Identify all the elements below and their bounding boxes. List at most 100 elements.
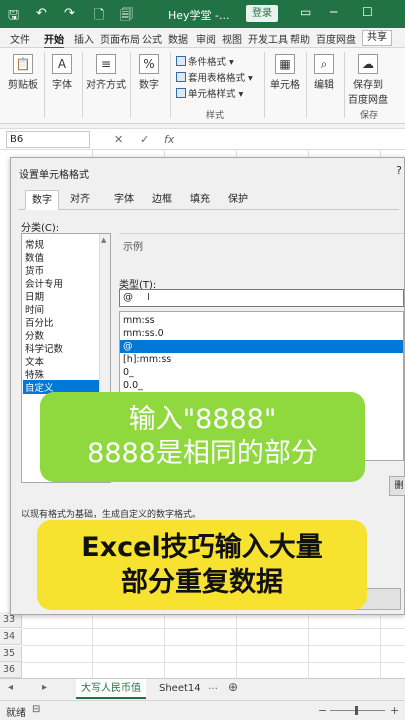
scroll-up-icon[interactable]: ▲ bbox=[101, 236, 106, 244]
clipboard-icon: 📋 bbox=[13, 54, 33, 74]
tab-protection[interactable]: 保护 bbox=[221, 190, 255, 210]
accessibility-icon[interactable]: ⊟ bbox=[32, 704, 40, 715]
zoom-out-icon[interactable]: − bbox=[318, 704, 327, 717]
sheet-tab-active[interactable]: 大写人民币值 bbox=[76, 679, 146, 699]
delete-button[interactable]: 删 bbox=[389, 476, 405, 496]
save-icon[interactable]: 🖫 bbox=[8, 6, 19, 28]
category-item[interactable]: 会计专用 bbox=[25, 276, 63, 290]
cells-button[interactable]: ▦ 单元格 bbox=[268, 54, 302, 91]
tab-baidu-netdisk[interactable]: 百度网盘 bbox=[316, 31, 356, 46]
tab-formulas[interactable]: 公式 bbox=[142, 31, 162, 46]
type-input-value: @ bbox=[123, 292, 133, 303]
category-label: 分类(C): bbox=[21, 223, 60, 234]
ribbon-divider bbox=[264, 52, 265, 118]
cell-style-icon bbox=[176, 88, 186, 98]
tab-view[interactable]: 视图 bbox=[222, 31, 242, 46]
window-title: Hey学堂 -... bbox=[168, 9, 230, 22]
row-header[interactable]: 35 bbox=[0, 646, 22, 662]
category-item[interactable]: 科学记数 bbox=[25, 341, 63, 355]
type-item[interactable]: 0_ bbox=[120, 366, 403, 379]
type-item-selected[interactable]: @ bbox=[120, 340, 403, 353]
row-header[interactable]: 34 bbox=[0, 629, 22, 645]
tab-number[interactable]: 数字 bbox=[25, 190, 59, 210]
tab-help[interactable]: 帮助 bbox=[290, 31, 310, 46]
type-item[interactable]: mm:ss bbox=[120, 314, 403, 327]
tab-review[interactable]: 审阅 bbox=[196, 31, 216, 46]
category-item[interactable]: 特殊 bbox=[25, 367, 44, 381]
tab-page-layout[interactable]: 页面布局 bbox=[100, 31, 140, 46]
category-item[interactable]: 文本 bbox=[25, 354, 44, 368]
minimize-button[interactable]: ─ bbox=[330, 5, 337, 19]
type-item[interactable]: [h]:mm:ss bbox=[120, 353, 403, 366]
prev-sheet-icon[interactable]: ◂ bbox=[8, 682, 13, 693]
ribbon-display-icon[interactable]: ▭ bbox=[300, 5, 311, 19]
help-button[interactable]: ? bbox=[396, 164, 402, 177]
number-label: 数字 bbox=[139, 80, 159, 91]
tab-developer[interactable]: 开发工具 bbox=[248, 31, 288, 46]
dialog-tab-bar: 数字 对齐 字体 边框 填充 保护 bbox=[19, 190, 399, 210]
tab-data[interactable]: 数据 bbox=[168, 31, 188, 46]
conditional-format-icon bbox=[176, 56, 186, 66]
category-item[interactable]: 百分比 bbox=[25, 315, 54, 329]
alignment-button[interactable]: ≡ 对齐方式 bbox=[86, 54, 126, 91]
redo-icon[interactable]: ↷ bbox=[64, 6, 75, 21]
zoom-in-icon[interactable]: + bbox=[390, 704, 399, 717]
ribbon-divider bbox=[344, 52, 345, 118]
type-input[interactable]: @ I bbox=[119, 289, 404, 307]
text-cursor-icon: I bbox=[147, 292, 150, 303]
conditional-format-button[interactable]: 条件格式 ▾ bbox=[176, 54, 234, 68]
maximize-button[interactable]: ☐ bbox=[362, 5, 373, 19]
category-item[interactable]: 分数 bbox=[25, 328, 44, 342]
sheet-tab-bar: ◂ ▸ 大写人民币值 Sheet14 … ⊕ bbox=[0, 678, 405, 700]
caption-green-line1: 输入"8888" bbox=[128, 404, 277, 435]
category-item[interactable]: 数值 bbox=[25, 250, 44, 264]
add-sheet-icon[interactable]: ⊕ bbox=[228, 680, 238, 694]
ribbon-divider bbox=[82, 52, 83, 118]
type-item[interactable]: mm:ss.0 bbox=[120, 327, 403, 340]
table-format-icon bbox=[176, 72, 186, 82]
cancel-icon[interactable]: ✕ bbox=[114, 133, 123, 146]
zoom-slider-handle[interactable] bbox=[355, 706, 358, 715]
tab-home[interactable]: 开始 bbox=[44, 31, 64, 49]
conditional-format-label: 条件格式 bbox=[188, 57, 227, 68]
caption-yellow-line1: Excel技巧输入大量 bbox=[81, 532, 323, 563]
share-button[interactable]: 共享 bbox=[362, 30, 392, 46]
category-item[interactable]: 常规 bbox=[25, 237, 44, 251]
clipboard-label: 剪贴板 bbox=[8, 80, 38, 91]
insert-function-button[interactable]: fx bbox=[164, 133, 174, 146]
next-sheet-icon[interactable]: ▸ bbox=[42, 682, 47, 693]
alignment-label: 对齐方式 bbox=[86, 80, 126, 91]
format-as-table-label: 套用表格格式 bbox=[188, 73, 246, 84]
editing-button[interactable]: ⌕ 编辑 bbox=[310, 54, 338, 91]
caption-green: 输入"8888" 8888是相同的部分 bbox=[40, 392, 365, 482]
row-header[interactable]: 36 bbox=[0, 662, 22, 678]
save-to-baidu-button[interactable]: ☁ 保存到 百度网盘 bbox=[348, 54, 388, 106]
cells-icon: ▦ bbox=[275, 54, 295, 74]
new-file-icon[interactable]: 🗋 bbox=[94, 6, 104, 28]
font-button[interactable]: A 字体 bbox=[48, 54, 76, 91]
type-item[interactable]: 0.0_ bbox=[120, 379, 403, 392]
tab-alignment[interactable]: 对齐 bbox=[63, 190, 97, 210]
category-item[interactable]: 货币 bbox=[25, 263, 44, 277]
name-box[interactable]: B6 bbox=[6, 131, 90, 148]
tab-border[interactable]: 边框 bbox=[145, 190, 179, 210]
row-gridline bbox=[22, 662, 405, 663]
format-as-table-button[interactable]: 套用表格格式 ▾ bbox=[176, 70, 253, 84]
save-group-label: 保存 bbox=[360, 111, 379, 121]
tab-insert[interactable]: 插入 bbox=[74, 31, 94, 46]
enter-icon[interactable]: ✓ bbox=[140, 133, 149, 146]
category-item[interactable]: 日期 bbox=[25, 289, 44, 303]
login-button[interactable]: 登录 bbox=[246, 5, 278, 22]
print-preview-icon[interactable]: 🗐 bbox=[120, 6, 133, 28]
tab-file[interactable]: 文件 bbox=[10, 31, 30, 46]
number-button[interactable]: % 数字 bbox=[134, 54, 164, 91]
undo-icon[interactable]: ↶ bbox=[36, 6, 47, 21]
category-item[interactable]: 时间 bbox=[25, 302, 44, 316]
clipboard-button[interactable]: 📋 剪贴板 bbox=[6, 54, 40, 91]
tab-fill[interactable]: 填充 bbox=[183, 190, 217, 210]
caption-yellow: Excel技巧输入大量 部分重复数据 bbox=[37, 520, 367, 610]
cell-styles-button[interactable]: 单元格样式 ▾ bbox=[176, 86, 243, 100]
sheet-tab[interactable]: Sheet14 bbox=[154, 679, 206, 699]
tab-font[interactable]: 字体 bbox=[107, 190, 141, 210]
more-sheets-icon[interactable]: … bbox=[208, 681, 218, 692]
